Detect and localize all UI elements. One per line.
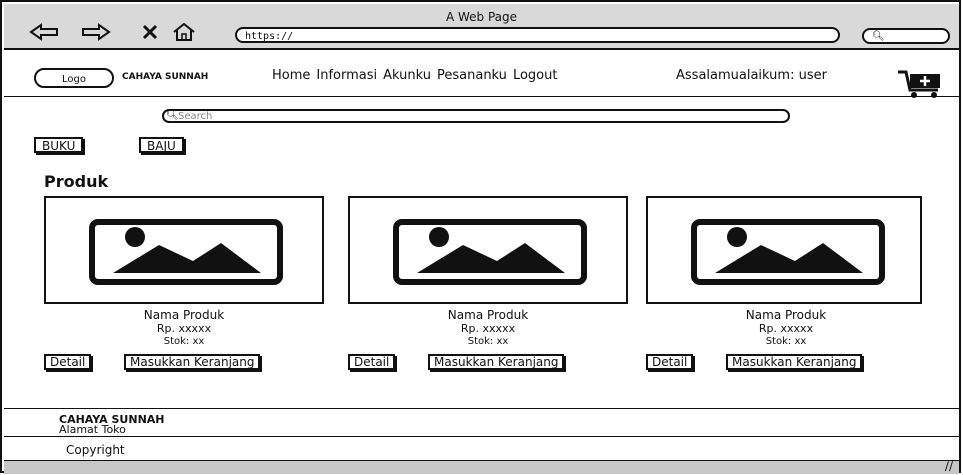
main-menu: Home Informasi Akunku Pesananku Logout bbox=[272, 68, 557, 83]
browser-toolbar: A Web Page https:// 🔍︎ bbox=[4, 4, 959, 50]
image-icon bbox=[89, 219, 283, 285]
product-price: Rp. xxxxx bbox=[156, 322, 212, 335]
user-greeting: Assalamualaikum: user bbox=[676, 68, 827, 83]
product-image-placeholder bbox=[348, 196, 628, 304]
product-name: Nama Produk bbox=[745, 308, 827, 322]
resize-grip-icon[interactable]: ∕∕ bbox=[945, 459, 953, 473]
search-icon: 🔍︎ bbox=[872, 31, 885, 42]
product-name: Nama Produk bbox=[447, 308, 529, 322]
product-card: Nama Produk Rp. xxxxx Stok: xx Detail Ma… bbox=[44, 196, 324, 376]
product-price: Rp. xxxxx bbox=[460, 322, 516, 335]
menu-item-pesananku[interactable]: Pesananku bbox=[437, 68, 507, 83]
footer-address: Alamat Toko bbox=[59, 423, 126, 436]
product-card: Nama Produk Rp. xxxxx Stok: xx Detail Ma… bbox=[646, 196, 926, 376]
menu-item-home[interactable]: Home bbox=[272, 68, 310, 83]
product-stock: Stok: xx bbox=[765, 336, 807, 347]
search-icon: 🔍︎ bbox=[166, 110, 179, 121]
search-placeholder: Search bbox=[178, 111, 213, 122]
url-text: https:// bbox=[245, 31, 294, 42]
detail-button[interactable]: Detail bbox=[44, 354, 92, 370]
product-price: Rp. xxxxx bbox=[758, 322, 814, 335]
browser-window: A Web Page https:// 🔍︎ Logo CAHAYA SUNNA… bbox=[0, 0, 961, 474]
section-title: Produk bbox=[44, 172, 109, 191]
image-icon bbox=[691, 219, 885, 285]
detail-button[interactable]: Detail bbox=[348, 354, 396, 370]
add-to-cart-button[interactable]: Masukkan Keranjang bbox=[124, 354, 261, 370]
detail-button[interactable]: Detail bbox=[646, 354, 694, 370]
category-button-baju[interactable]: BAJU bbox=[139, 137, 184, 153]
back-arrow-icon[interactable] bbox=[28, 21, 60, 43]
logo[interactable]: Logo bbox=[34, 68, 114, 88]
menu-item-logout[interactable]: Logout bbox=[513, 68, 558, 83]
search-input[interactable]: 🔍︎ Search bbox=[162, 109, 790, 123]
forward-arrow-icon[interactable] bbox=[80, 21, 112, 43]
product-card: Nama Produk Rp. xxxxx Stok: xx Detail Ma… bbox=[348, 196, 628, 376]
menu-item-informasi[interactable]: Informasi bbox=[316, 68, 377, 83]
footer-copyright-bar: Copyright bbox=[4, 436, 959, 461]
footer-info: CAHAYA SUNNAH Alamat Toko bbox=[4, 408, 959, 437]
product-stock: Stok: xx bbox=[163, 336, 205, 347]
menu-item-akunku[interactable]: Akunku bbox=[383, 68, 431, 83]
brand-name: CAHAYA SUNNAH bbox=[122, 72, 209, 82]
add-to-cart-button[interactable]: Masukkan Keranjang bbox=[726, 354, 863, 370]
cart-icon[interactable] bbox=[896, 68, 944, 100]
browser-search-field[interactable]: 🔍︎ bbox=[862, 28, 950, 44]
product-image-placeholder bbox=[44, 196, 324, 304]
product-image-placeholder bbox=[646, 196, 922, 304]
status-bar: ∕∕ bbox=[4, 459, 959, 474]
product-stock: Stok: xx bbox=[467, 336, 509, 347]
image-icon bbox=[393, 219, 587, 285]
url-bar[interactable]: https:// bbox=[235, 27, 840, 43]
add-to-cart-button[interactable]: Masukkan Keranjang bbox=[428, 354, 565, 370]
close-icon[interactable] bbox=[140, 21, 160, 43]
product-name: Nama Produk bbox=[143, 308, 225, 322]
home-icon[interactable] bbox=[170, 21, 198, 43]
site-header: Logo CAHAYA SUNNAH Home Informasi Akunku… bbox=[4, 48, 959, 100]
category-button-buku[interactable]: BUKU bbox=[34, 137, 84, 153]
copyright-text: Copyright bbox=[66, 443, 125, 457]
